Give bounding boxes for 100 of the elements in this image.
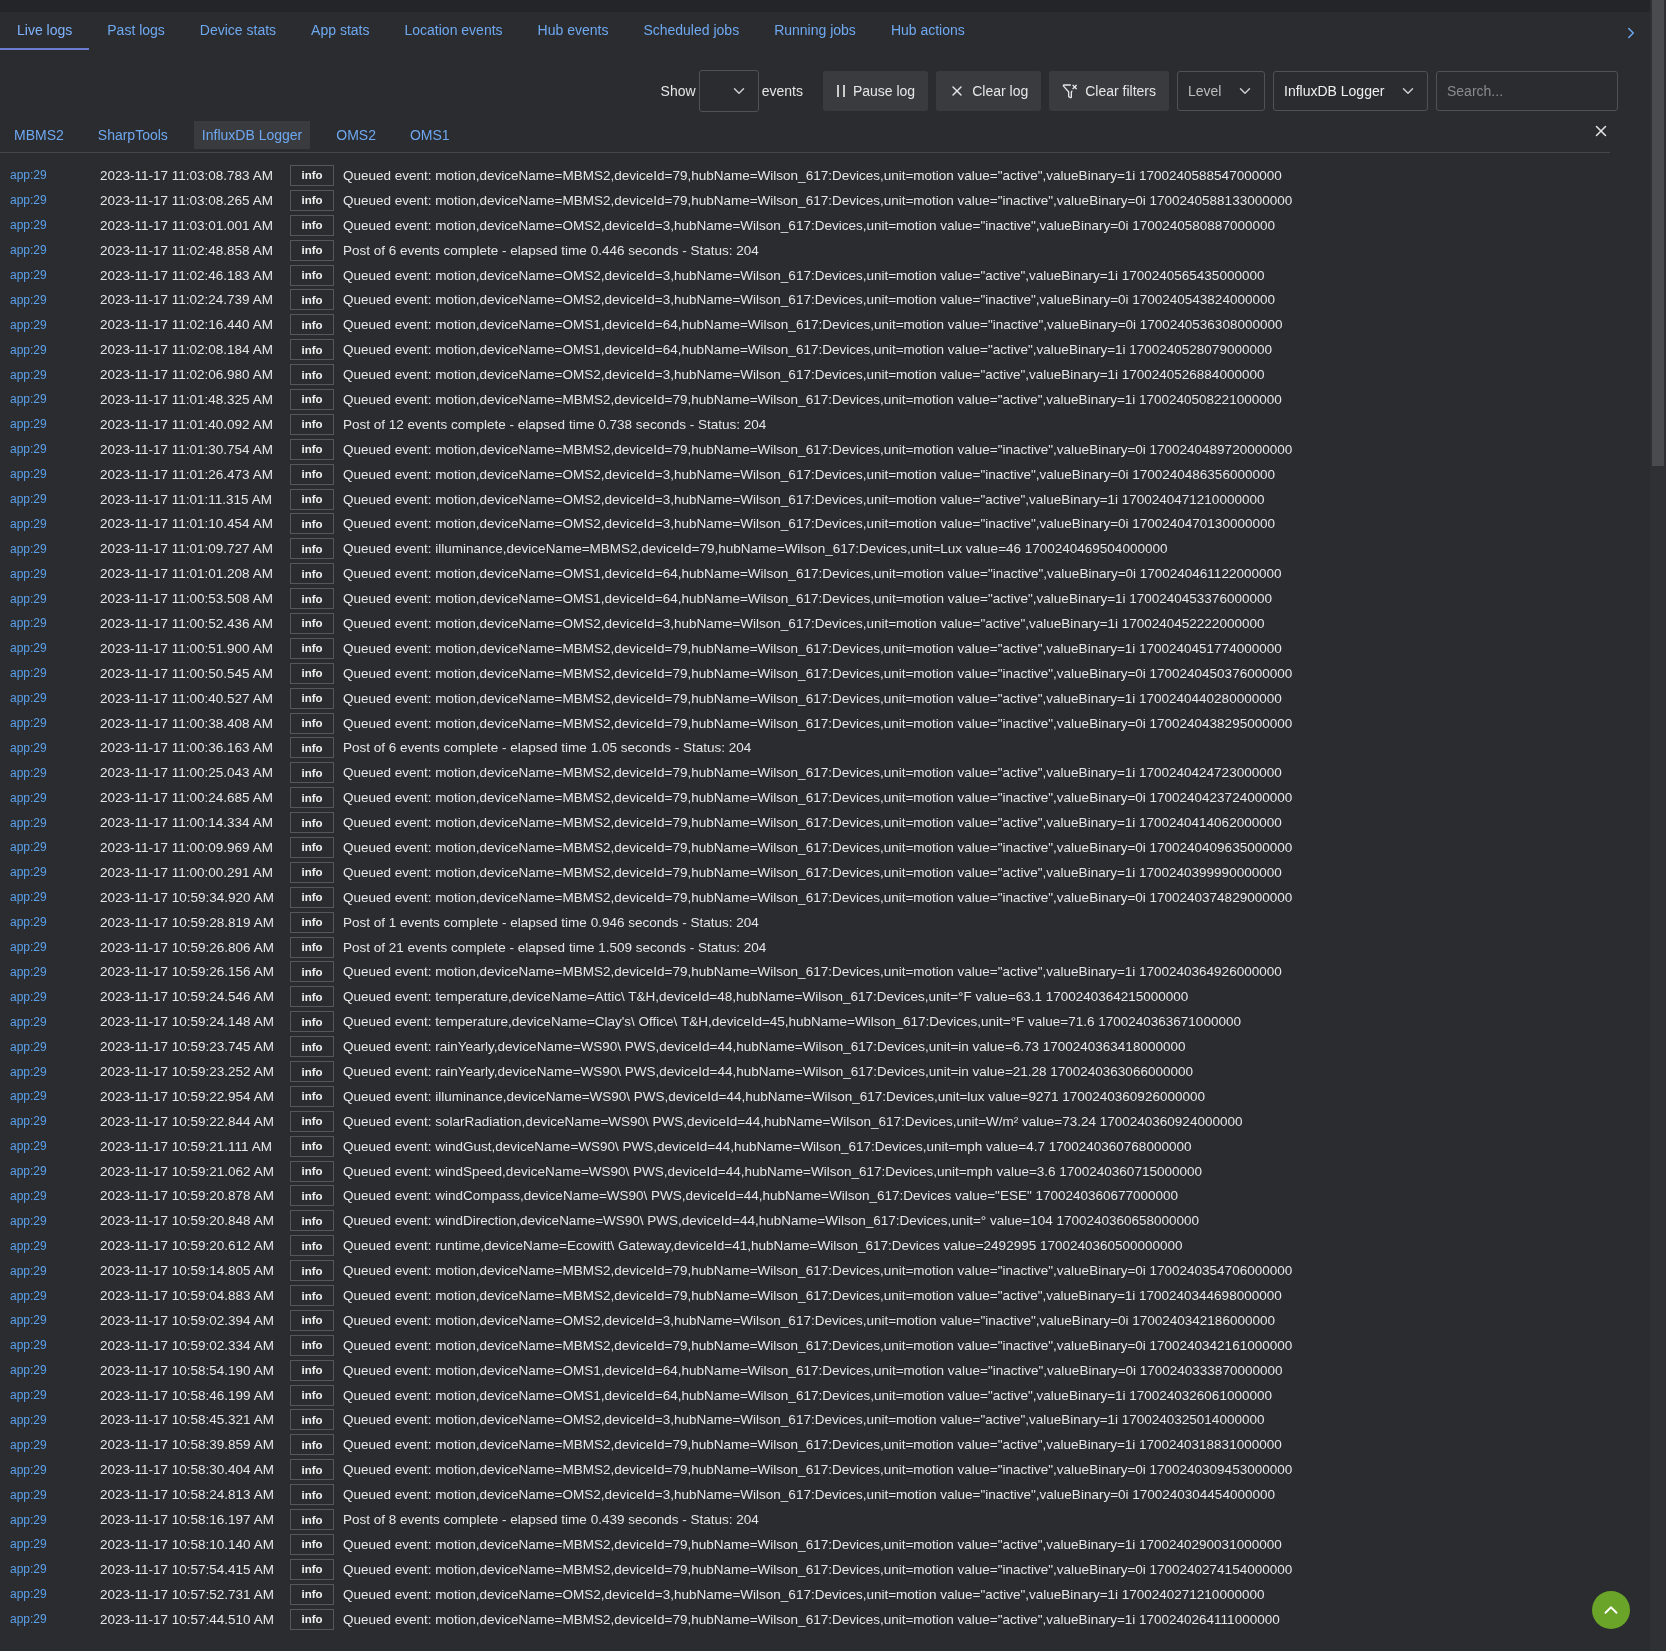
source-link[interactable]: app:29: [0, 1562, 100, 1577]
source-link[interactable]: app:29: [0, 840, 100, 855]
source-link[interactable]: app:29: [0, 591, 100, 606]
pause-button[interactable]: Pause log: [822, 71, 929, 111]
source-link[interactable]: app:29: [0, 442, 100, 457]
nav-tab[interactable]: App stats: [294, 14, 387, 50]
timestamp: 2023-11-17 10:58:45.321 AM: [100, 1412, 275, 1428]
nav-tab[interactable]: Running jobs: [757, 14, 873, 50]
source-link[interactable]: app:29: [0, 1213, 100, 1228]
level-badge: info: [290, 1260, 334, 1282]
source-tab[interactable]: SharpTools: [89, 121, 176, 149]
source-link[interactable]: app:29: [0, 964, 100, 979]
level-badge: info: [290, 687, 334, 709]
source-link[interactable]: app:29: [0, 467, 100, 482]
source-link[interactable]: app:29: [0, 1388, 100, 1403]
source-link[interactable]: app:29: [0, 1114, 100, 1129]
source-tab[interactable]: InfluxDB Logger: [193, 121, 311, 149]
source-link[interactable]: app:29: [0, 1188, 100, 1203]
level-badge: info: [290, 1384, 334, 1406]
source-link[interactable]: app:29: [0, 1537, 100, 1552]
source-link[interactable]: app:29: [0, 292, 100, 307]
source-link[interactable]: app:29: [0, 1263, 100, 1278]
log-message: Queued event: motion,deviceName=MBMS2,deviceId=79,hubName=Wilson_617:Devices,unit=motion value="inactive",valueBinary=0i 1700240409635000000: [343, 840, 1293, 855]
timestamp: 2023-11-17 10:57:54.415 AM: [100, 1561, 275, 1577]
source-link[interactable]: app:29: [0, 243, 100, 258]
source-link[interactable]: app:29: [0, 1587, 100, 1602]
timestamp: 2023-11-17 11:01:01.208 AM: [100, 566, 274, 582]
timestamp: 2023-11-17 11:00:51.900 AM: [100, 640, 274, 656]
source-link[interactable]: app:29: [0, 566, 100, 581]
source-link[interactable]: app:29: [0, 317, 100, 332]
source-link[interactable]: app:29: [0, 342, 100, 357]
source-link[interactable]: app:29: [0, 1238, 100, 1253]
source-link[interactable]: app:29: [0, 641, 100, 656]
level-select[interactable]: Level: [1177, 71, 1265, 111]
source-link[interactable]: app:29: [0, 1313, 100, 1328]
source-link[interactable]: app:29: [0, 1338, 100, 1353]
source-link[interactable]: app:29: [0, 1014, 100, 1029]
source-link[interactable]: app:29: [0, 616, 100, 631]
source-link[interactable]: app:29: [0, 865, 100, 880]
source-link[interactable]: app:29: [0, 890, 100, 905]
source-link[interactable]: app:29: [0, 1412, 100, 1427]
timestamp: 2023-11-17 11:01:09.727 AM: [100, 541, 274, 557]
source-link[interactable]: app:29: [0, 1437, 100, 1452]
log-message: Post of 6 events complete - elapsed time 1.05 seconds - Status: 204: [343, 740, 752, 756]
source-link[interactable]: app:29: [0, 1164, 100, 1179]
source-link[interactable]: app:29: [0, 218, 100, 233]
source-link[interactable]: app:29: [0, 193, 100, 208]
source-tab[interactable]: OMS2: [328, 121, 384, 149]
source-link[interactable]: app:29: [0, 666, 100, 681]
scrollbar[interactable]: [1650, 0, 1666, 1651]
source-link[interactable]: app:29: [0, 1064, 100, 1079]
clear-filters-button[interactable]: Clear filters: [1049, 71, 1169, 111]
source-link[interactable]: app:29: [0, 1487, 100, 1502]
source-link[interactable]: app:29: [0, 989, 100, 1004]
source-select[interactable]: InfluxDB Logger: [1273, 71, 1428, 111]
source-link[interactable]: app:29: [0, 691, 100, 706]
source-link[interactable]: app:29: [0, 740, 100, 755]
nav-tab[interactable]: Past logs: [90, 14, 182, 50]
source-link[interactable]: app:29: [0, 168, 100, 183]
level-badge: info: [290, 463, 334, 485]
source-link[interactable]: app:29: [0, 1462, 100, 1477]
source-link[interactable]: app:29: [0, 1039, 100, 1054]
level-badge: info: [290, 588, 334, 610]
source-link[interactable]: app:29: [0, 268, 100, 282]
source-tab[interactable]: OMS1: [401, 121, 458, 149]
source-link[interactable]: app:29: [0, 492, 100, 506]
source-link[interactable]: app:29: [0, 367, 100, 382]
source-link[interactable]: app:29: [0, 541, 100, 556]
nav-tab[interactable]: Hub events: [520, 14, 626, 50]
source-link[interactable]: app:29: [0, 1512, 100, 1527]
search-field[interactable]: Search...: [1436, 71, 1618, 111]
source-link[interactable]: app:29: [0, 516, 100, 531]
timestamp: 2023-11-17 10:58:54.190 AM: [100, 1362, 275, 1378]
nav-tab[interactable]: Live logs: [0, 14, 90, 50]
source-link[interactable]: app:29: [0, 716, 100, 731]
source-link[interactable]: app:29: [0, 915, 100, 930]
source-link[interactable]: app:29: [0, 790, 100, 805]
show-label: Show: [660, 83, 696, 99]
log-message: Post of 12 events complete - elapsed time 0.738 seconds - Status: 204: [343, 416, 767, 432]
source-link[interactable]: app:29: [0, 940, 100, 955]
log-message: Queued event: motion,deviceName=MBMS2,deviceId=79,hubName=Wilson_617:Devices,unit=motion value="inactive",valueBinary=0i 1700240274154000000: [343, 1561, 1293, 1577]
source-tab[interactable]: MBMS2: [6, 121, 72, 149]
source-link[interactable]: app:29: [0, 815, 100, 830]
source-link[interactable]: app:29: [0, 765, 100, 780]
nav-tab[interactable]: Hub actions: [873, 14, 982, 50]
clear-log-button[interactable]: Clear log: [936, 71, 1042, 111]
source-link[interactable]: app:29: [0, 1612, 100, 1627]
source-link[interactable]: app:29: [0, 1089, 100, 1104]
scroll-top-button[interactable]: [1592, 1591, 1630, 1629]
source-link[interactable]: app:29: [0, 1288, 100, 1303]
level-badge: info: [290, 1135, 334, 1157]
nav-tab[interactable]: Location events: [387, 14, 520, 50]
source-link[interactable]: app:29: [0, 417, 100, 432]
source-link[interactable]: app:29: [0, 392, 100, 407]
level-badge: info: [290, 986, 334, 1008]
source-link[interactable]: app:29: [0, 1139, 100, 1154]
source-link[interactable]: app:29: [0, 1363, 100, 1378]
nav-tab[interactable]: Device stats: [182, 14, 294, 50]
nav-tab[interactable]: Scheduled jobs: [626, 14, 757, 50]
log-message: Queued event: motion,deviceName=MBMS2,deviceId=79,hubName=Wilson_617:Devices,unit=motion value="active",valueBinary=1i 1700240414062000000: [343, 815, 1282, 831]
